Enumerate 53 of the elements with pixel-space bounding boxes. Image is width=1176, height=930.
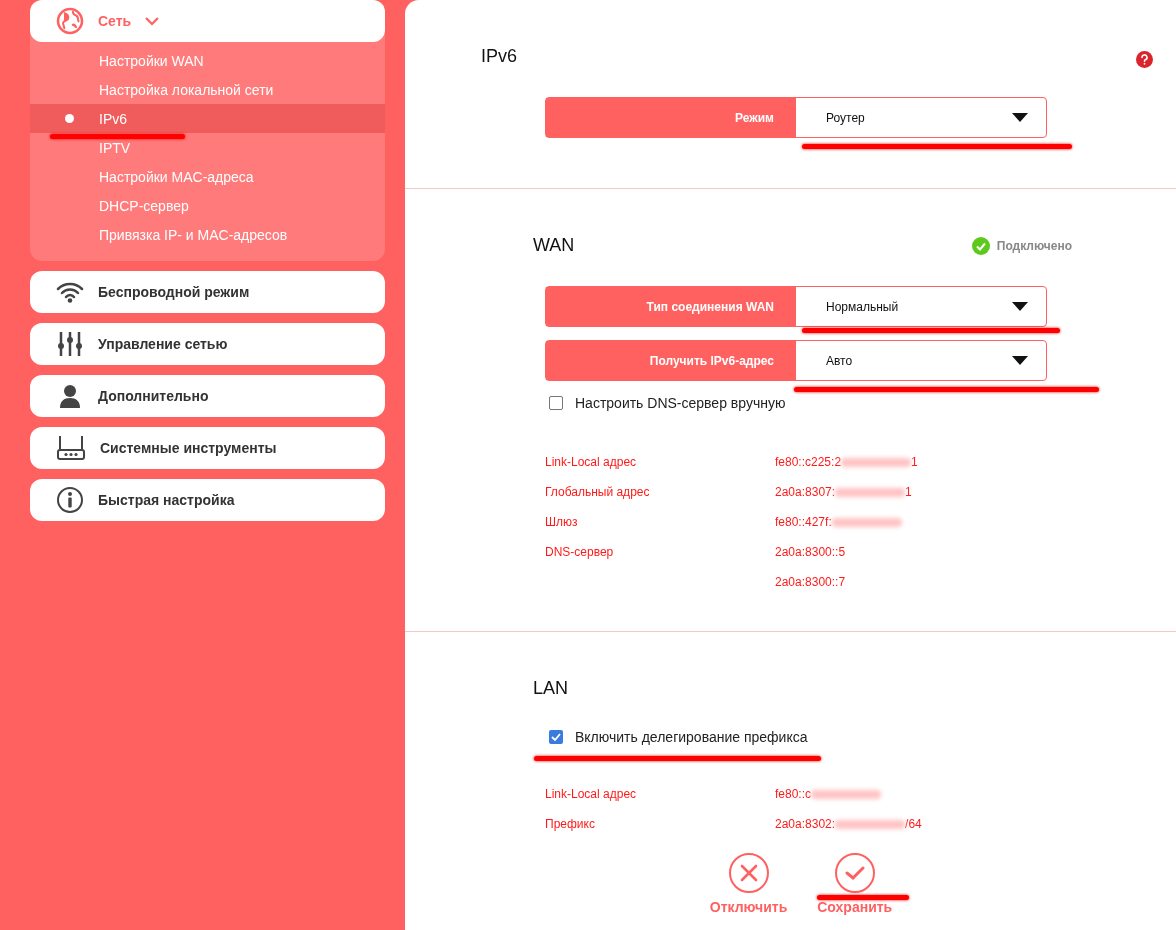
info-label: Link-Local адрес — [545, 455, 638, 469]
sidebar-submenu-item[interactable]: Настройки MAC-адреса — [30, 162, 385, 191]
action-button[interactable]: Отключить — [709, 853, 788, 915]
info-value: fe80::427f: — [775, 515, 902, 529]
check-icon — [844, 866, 865, 880]
info-icon — [56, 486, 84, 514]
sidebar-submenu-item[interactable]: DHCP-сервер — [30, 191, 385, 220]
info-label: Link-Local адрес — [545, 787, 638, 801]
section-title: LAN — [533, 678, 568, 699]
router-icon — [56, 435, 86, 461]
field-label: Получить IPv6-адрес — [546, 341, 796, 380]
section-title: IPv6 — [481, 46, 518, 67]
info-label: Глобальный адрес — [545, 485, 651, 499]
info-label: Префикс — [545, 817, 596, 831]
dropdown-caret-icon — [1012, 302, 1028, 311]
dropdown-caret-icon — [1012, 113, 1028, 122]
field-label: Тип соединения WAN — [546, 287, 796, 326]
sidebar-menu-item[interactable]: Сеть — [30, 0, 385, 42]
info-value: 2a0a:8307: 1 — [775, 485, 912, 499]
connection-status: Подключено — [996, 238, 1072, 253]
sidebar-menu-item[interactable]: Системные инструменты — [30, 427, 385, 469]
close-icon — [739, 864, 758, 882]
checkbox[interactable] — [549, 396, 563, 410]
selected-value: Роутер — [826, 110, 865, 125]
sliders-icon — [56, 331, 84, 357]
info-label: DNS-сервер — [545, 545, 615, 559]
sidebar-submenu-item[interactable]: Привязка IP- и MAC-адресов — [30, 220, 385, 249]
checkbox-label: Настроить DNS-сервер вручную — [575, 395, 786, 411]
info-value: 2a0a:8302: /64 — [775, 817, 922, 831]
globe-icon — [56, 7, 84, 35]
info-label: Шлюз — [545, 515, 579, 529]
info-value: 2a0a:8300::5 — [775, 545, 846, 559]
info-value: 2a0a:8300::7 — [775, 575, 846, 589]
chevron-down-icon — [145, 16, 160, 26]
field-label: Режим — [546, 98, 796, 137]
wifi-icon — [56, 281, 84, 303]
sidebar-menu-item[interactable]: Быстрая настройка — [30, 479, 385, 521]
checkbox-label: Включить делегирование префикса — [575, 729, 808, 745]
dropdown-caret-icon — [1012, 356, 1028, 365]
selected-value: Нормальный — [826, 299, 899, 314]
sidebar-menu-item[interactable]: Управление сетью — [30, 323, 385, 365]
sidebar-submenu-item[interactable]: Настройка локальной сети — [30, 75, 385, 104]
info-value: fe80::c225:2 1 — [775, 455, 918, 469]
sidebar-submenu-item[interactable]: IPTV — [30, 133, 385, 162]
info-value: fe80::c — [775, 787, 882, 801]
selected-dot-icon — [65, 114, 74, 123]
sidebar-submenu-item[interactable]: Настройки WAN — [30, 46, 385, 75]
help-icon[interactable] — [1136, 51, 1153, 68]
sidebar-menu-item[interactable]: Беспроводной режим — [30, 271, 385, 313]
sidebar-menu-item[interactable]: Дополнительно — [30, 375, 385, 417]
selected-value: Авто — [826, 353, 853, 368]
checkbox[interactable] — [549, 730, 563, 744]
section-title: WAN — [533, 235, 575, 256]
